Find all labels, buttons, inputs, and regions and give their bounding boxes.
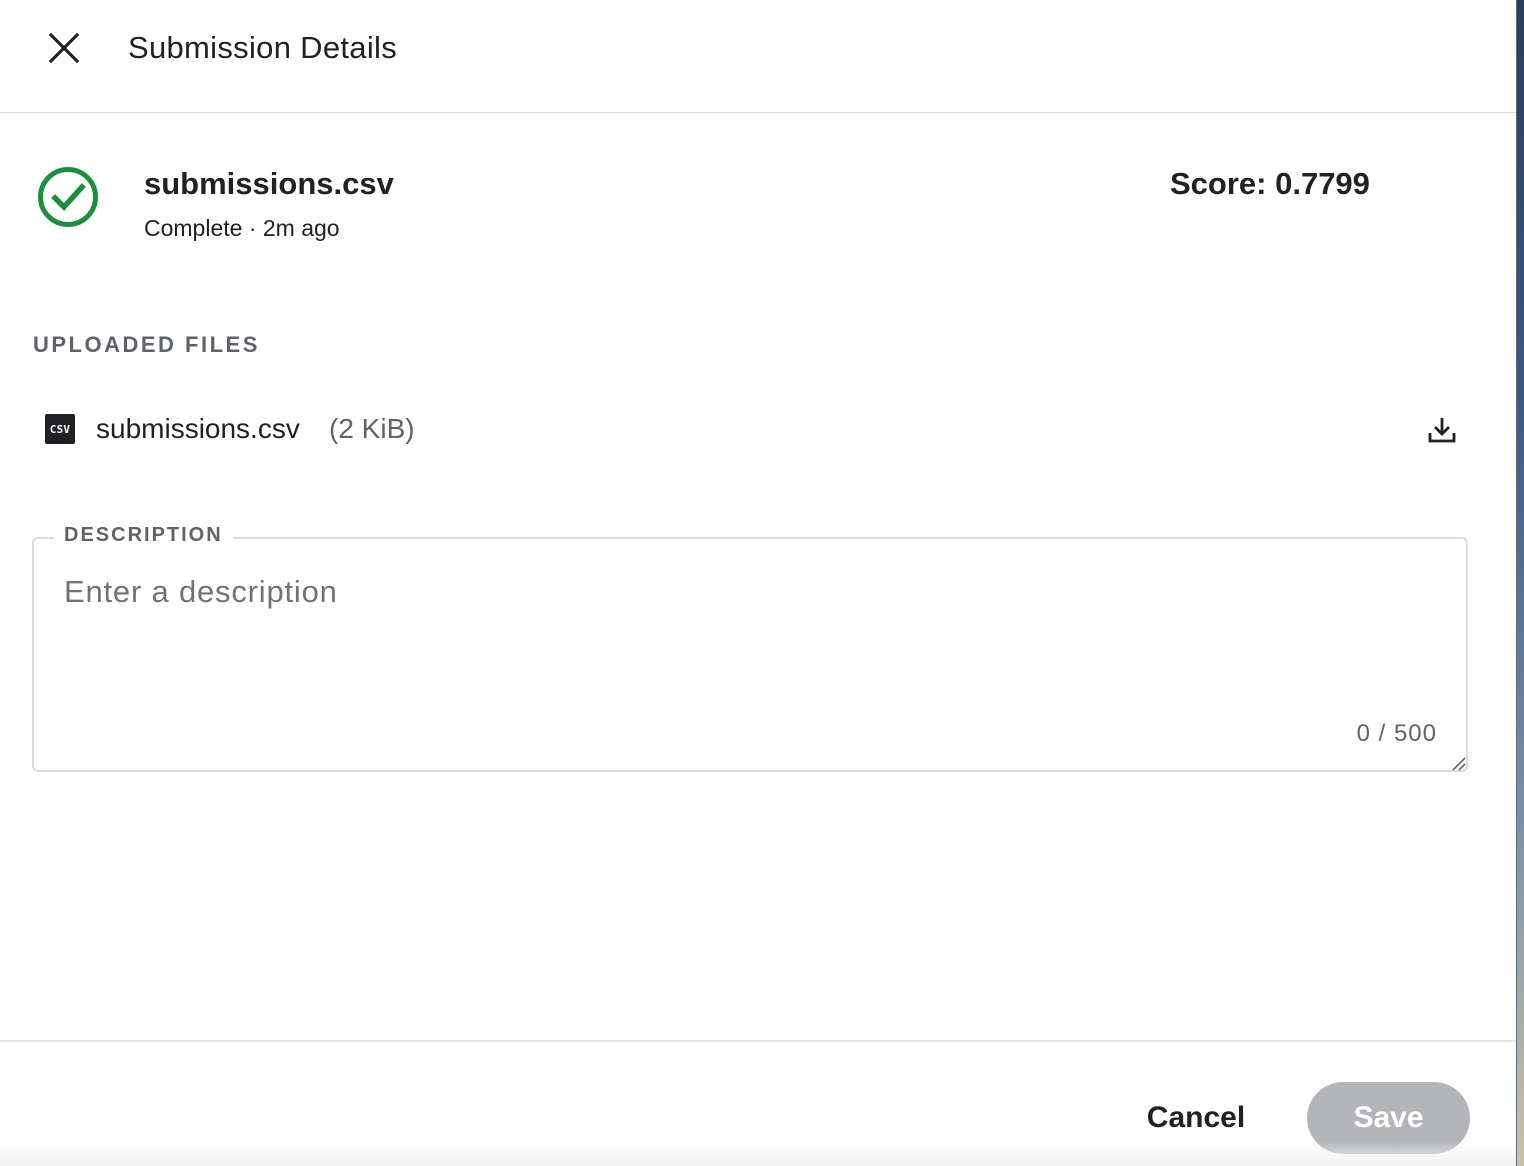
bottom-shadow bbox=[0, 1140, 1517, 1166]
check-circle-icon bbox=[38, 167, 98, 227]
file-size: (2 KiB) bbox=[329, 413, 415, 444]
character-count: 0 / 500 bbox=[1356, 720, 1437, 747]
submission-score: Score: 0.7799 bbox=[1170, 166, 1370, 201]
description-input[interactable] bbox=[64, 570, 1434, 700]
resize-handle-icon[interactable] bbox=[1450, 755, 1466, 771]
cancel-button[interactable]: Cancel bbox=[1130, 1084, 1262, 1152]
description-label: DESCRIPTION bbox=[54, 521, 233, 549]
file-name: submissions.csv bbox=[96, 413, 300, 444]
submission-details-panel: Submission Details submissions.csv Compl… bbox=[0, 0, 1517, 1166]
close-button[interactable] bbox=[38, 22, 90, 74]
save-button[interactable]: Save bbox=[1307, 1082, 1470, 1154]
submission-status: Complete · 2m ago bbox=[144, 215, 340, 241]
download-button[interactable] bbox=[1418, 406, 1466, 454]
close-icon bbox=[48, 32, 80, 64]
uploaded-files-heading: UPLOADED FILES bbox=[33, 332, 260, 357]
footer-divider bbox=[0, 1040, 1517, 1042]
header-divider bbox=[0, 112, 1517, 113]
page-title: Submission Details bbox=[128, 30, 398, 65]
submission-filename: submissions.csv bbox=[144, 166, 394, 201]
download-icon bbox=[1428, 418, 1456, 443]
background-window-edge bbox=[1517, 0, 1524, 1166]
csv-file-icon: CSV bbox=[45, 414, 75, 444]
